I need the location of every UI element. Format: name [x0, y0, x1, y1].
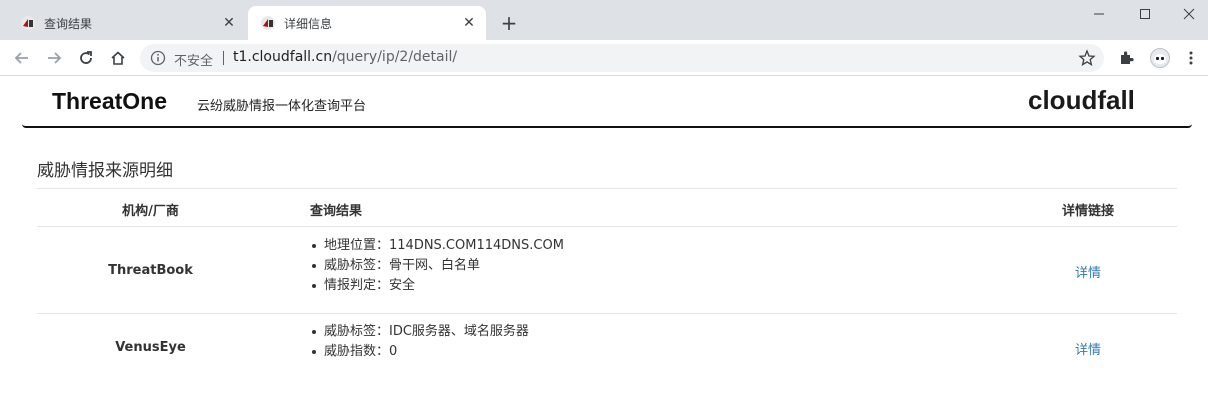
list-item: 威胁标签：IDC服务器、域名服务器 [310, 322, 529, 342]
avatar-icon[interactable] [1150, 48, 1170, 68]
url-text[interactable]: t1.cloudfall.cn/query/ip/2/detail/ [233, 49, 457, 65]
back-button[interactable] [9, 45, 35, 71]
arrow-right-icon [48, 52, 62, 64]
list-item: 情报判定：安全 [310, 276, 564, 296]
detail-link[interactable]: 详情 [1075, 266, 1101, 281]
section-title: 威胁情报来源明细 [37, 161, 173, 181]
tab-strip: 查询结果 ✕ 详细信息 ✕ + [0, 0, 1208, 40]
detail-link[interactable]: 详情 [1075, 343, 1101, 358]
maximize-button[interactable] [1122, 0, 1168, 28]
site-tagline: 云纷威胁情报一体化查询平台 [197, 99, 367, 114]
maximize-icon [1140, 9, 1150, 19]
arrow-left-icon [14, 52, 28, 64]
header-link: 详情链接 [1061, 204, 1114, 219]
tab-close-icon[interactable]: ✕ [460, 14, 478, 32]
address-bar[interactable]: 不安全 t1.cloudfall.cn/query/ip/2/detail/ [140, 44, 1104, 72]
reload-button[interactable] [73, 45, 99, 71]
tab-title: 查询结果 [44, 17, 93, 31]
security-label: 不安全 [174, 54, 214, 69]
home-button[interactable] [105, 45, 131, 71]
info-icon[interactable] [150, 50, 166, 66]
result-list: 威胁标签：IDC服务器、域名服务器 威胁指数：0 [310, 322, 529, 362]
detail-link-cell: 详情 [1027, 262, 1149, 281]
url-path: /query/ip/2/detail/ [332, 49, 458, 65]
table-row: VenusEye 威胁标签：IDC服务器、域名服务器 威胁指数：0 详情 [37, 314, 1177, 386]
tab-close-icon[interactable]: ✕ [220, 14, 238, 32]
header-vendor: 机构/厂商 [122, 204, 179, 219]
detail-link-cell: 详情 [1027, 339, 1149, 358]
reload-icon [80, 51, 92, 64]
table-row: ThreatBook 地理位置：114DNS.COM114DNS.COM 威胁标… [37, 227, 1177, 314]
header-result: 查询结果 [310, 204, 363, 219]
list-item: 威胁标签：骨干网、白名单 [310, 256, 564, 276]
kebab-menu-icon[interactable] [1182, 49, 1200, 67]
threatone-favicon-icon [261, 16, 275, 30]
tab-query-results[interactable]: 查询结果 ✕ [8, 6, 246, 40]
star-icon[interactable] [1078, 49, 1096, 67]
vendor-name: VenusEye [115, 340, 186, 355]
url-host: t1.cloudfall.cn [233, 49, 333, 65]
intel-source-table: 机构/厂商 查询结果 详情链接 ThreatBook 地理位置：114DNS.C… [37, 188, 1177, 386]
puzzle-icon[interactable] [1118, 49, 1136, 67]
logo-text: cloudfall [1028, 85, 1135, 115]
omnibox-separator [223, 51, 224, 65]
tab-title: 详细信息 [284, 17, 333, 31]
close-window-button[interactable] [1166, 0, 1208, 28]
forward-button[interactable] [41, 45, 67, 71]
minimize-icon [1094, 13, 1104, 15]
brand-title[interactable]: ThreatOne [52, 88, 167, 115]
list-item: 地理位置：114DNS.COM114DNS.COM [310, 236, 564, 256]
tab-detail-info[interactable]: 详细信息 ✕ [248, 6, 486, 40]
result-list: 地理位置：114DNS.COM114DNS.COM 威胁标签：骨干网、白名单 情… [310, 236, 564, 296]
site-header: ThreatOne 云纷威胁情报一体化查询平台 cloudfall [22, 77, 1192, 128]
browser-toolbar: 不安全 t1.cloudfall.cn/query/ip/2/detail/ [0, 40, 1208, 76]
vendor-name: ThreatBook [108, 263, 193, 278]
home-icon [111, 51, 125, 65]
cloudfall-logo[interactable]: cloudfall [1028, 85, 1160, 115]
table-header-row: 机构/厂商 查询结果 详情链接 [37, 189, 1177, 227]
threatone-favicon-icon [21, 16, 35, 30]
new-tab-button[interactable]: + [497, 11, 521, 35]
close-icon [1183, 8, 1195, 20]
list-item: 威胁指数：0 [310, 342, 529, 362]
minimize-button[interactable] [1076, 0, 1122, 28]
